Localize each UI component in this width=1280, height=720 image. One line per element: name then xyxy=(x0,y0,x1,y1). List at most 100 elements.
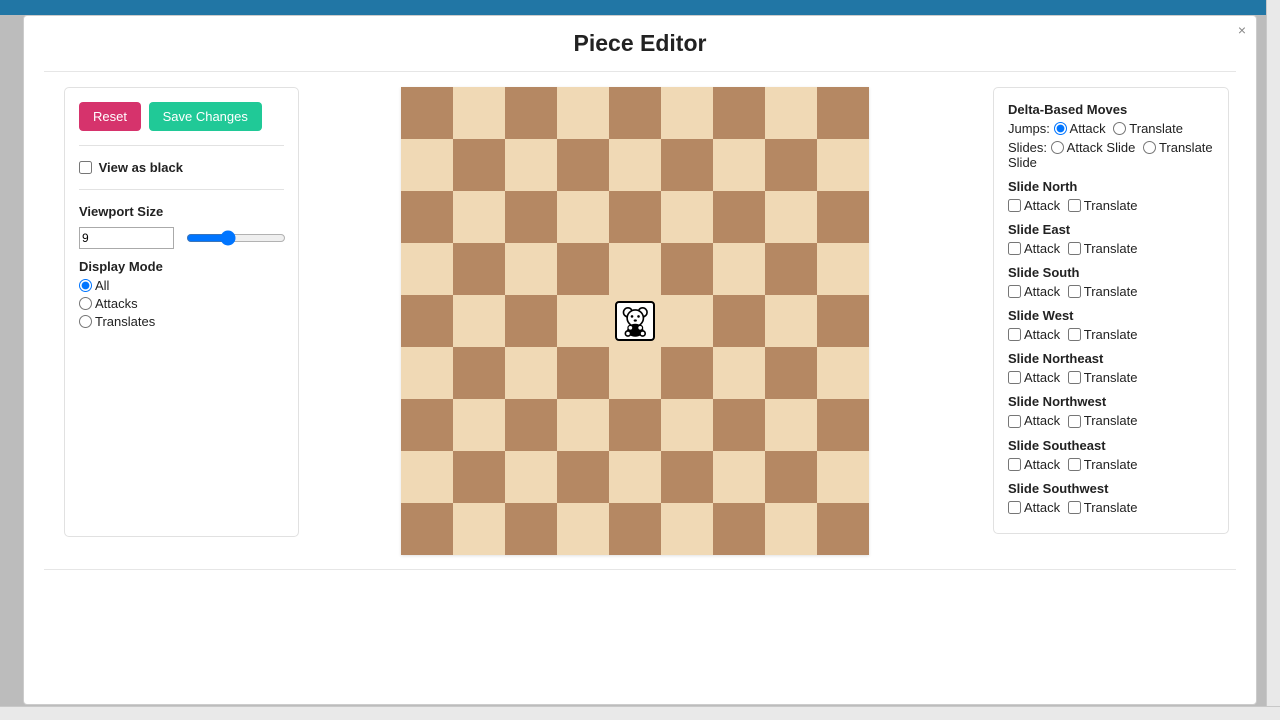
slide-southwest-attack[interactable]: Attack xyxy=(1008,500,1060,515)
board-square[interactable] xyxy=(609,399,661,451)
board-square[interactable] xyxy=(401,503,453,555)
slide-northwest-translate[interactable]: Translate xyxy=(1068,413,1138,428)
board-square[interactable] xyxy=(661,347,713,399)
board-square[interactable] xyxy=(609,243,661,295)
board-square[interactable] xyxy=(557,503,609,555)
board-square[interactable] xyxy=(401,295,453,347)
board-square[interactable] xyxy=(609,451,661,503)
board-square[interactable] xyxy=(505,191,557,243)
slide-southwest-translate-checkbox[interactable] xyxy=(1068,501,1081,514)
slide-north-translate-checkbox[interactable] xyxy=(1068,199,1081,212)
board-square[interactable] xyxy=(609,139,661,191)
board-square[interactable] xyxy=(661,399,713,451)
board-square[interactable] xyxy=(817,451,869,503)
slide-south-attack-checkbox[interactable] xyxy=(1008,285,1021,298)
jump-radio[interactable] xyxy=(1054,122,1067,135)
board-square[interactable] xyxy=(713,503,765,555)
board-square[interactable] xyxy=(505,399,557,451)
board-square[interactable] xyxy=(817,243,869,295)
slide-east-translate-checkbox[interactable] xyxy=(1068,242,1081,255)
board-square[interactable] xyxy=(713,87,765,139)
board-square[interactable] xyxy=(401,243,453,295)
board-square[interactable] xyxy=(609,295,661,347)
slide-east-attack-checkbox[interactable] xyxy=(1008,242,1021,255)
board-square[interactable] xyxy=(765,295,817,347)
chess-board[interactable] xyxy=(401,87,869,555)
slide-southwest-translate[interactable]: Translate xyxy=(1068,500,1138,515)
board-square[interactable] xyxy=(505,451,557,503)
board-square[interactable] xyxy=(713,191,765,243)
slide-north-attack[interactable]: Attack xyxy=(1008,198,1060,213)
vertical-scrollbar[interactable] xyxy=(1266,0,1280,706)
slide-northeast-attack[interactable]: Attack xyxy=(1008,370,1060,385)
board-square[interactable] xyxy=(557,139,609,191)
board-square[interactable] xyxy=(557,295,609,347)
board-square[interactable] xyxy=(401,191,453,243)
view-black-label[interactable]: View as black xyxy=(79,160,183,175)
board-square[interactable] xyxy=(505,347,557,399)
display-mode-label[interactable]: All xyxy=(79,278,109,293)
board-square[interactable] xyxy=(505,87,557,139)
board-square[interactable] xyxy=(505,243,557,295)
slide-southeast-attack[interactable]: Attack xyxy=(1008,457,1060,472)
board-square[interactable] xyxy=(453,87,505,139)
slide-west-attack[interactable]: Attack xyxy=(1008,327,1060,342)
board-square[interactable] xyxy=(817,139,869,191)
slide-southeast-attack-checkbox[interactable] xyxy=(1008,458,1021,471)
board-square[interactable] xyxy=(713,243,765,295)
board-square[interactable] xyxy=(765,139,817,191)
board-square[interactable] xyxy=(557,347,609,399)
board-square[interactable] xyxy=(453,191,505,243)
jump-radio[interactable] xyxy=(1113,122,1126,135)
board-square[interactable] xyxy=(765,87,817,139)
board-square[interactable] xyxy=(713,139,765,191)
board-square[interactable] xyxy=(505,503,557,555)
board-square[interactable] xyxy=(713,451,765,503)
board-square[interactable] xyxy=(661,191,713,243)
board-square[interactable] xyxy=(713,347,765,399)
slide-northeast-attack-checkbox[interactable] xyxy=(1008,371,1021,384)
jump-option[interactable]: Translate xyxy=(1113,121,1183,136)
slide-northeast-translate[interactable]: Translate xyxy=(1068,370,1138,385)
board-square[interactable] xyxy=(453,503,505,555)
board-square[interactable] xyxy=(453,347,505,399)
board-square[interactable] xyxy=(609,347,661,399)
board-square[interactable] xyxy=(817,347,869,399)
slide-west-attack-checkbox[interactable] xyxy=(1008,328,1021,341)
slide-northwest-attack-checkbox[interactable] xyxy=(1008,415,1021,428)
slide-radio[interactable] xyxy=(1051,141,1064,154)
board-square[interactable] xyxy=(505,295,557,347)
board-square[interactable] xyxy=(817,399,869,451)
slide-northwest-translate-checkbox[interactable] xyxy=(1068,415,1081,428)
slide-north-attack-checkbox[interactable] xyxy=(1008,199,1021,212)
slide-west-translate-checkbox[interactable] xyxy=(1068,328,1081,341)
display-mode-radio[interactable] xyxy=(79,279,92,292)
board-square[interactable] xyxy=(609,503,661,555)
board-square[interactable] xyxy=(661,243,713,295)
slide-southeast-translate-checkbox[interactable] xyxy=(1068,458,1081,471)
board-square[interactable] xyxy=(557,451,609,503)
jump-option[interactable]: Attack xyxy=(1054,121,1106,136)
viewport-number-input[interactable] xyxy=(79,227,174,249)
close-icon[interactable]: × xyxy=(1238,22,1246,38)
board-square[interactable] xyxy=(661,295,713,347)
board-square[interactable] xyxy=(401,347,453,399)
board-square[interactable] xyxy=(713,399,765,451)
board-square[interactable] xyxy=(557,243,609,295)
board-square[interactable] xyxy=(661,139,713,191)
board-square[interactable] xyxy=(453,243,505,295)
board-square[interactable] xyxy=(453,139,505,191)
board-square[interactable] xyxy=(661,451,713,503)
viewport-slider[interactable] xyxy=(186,230,286,246)
board-square[interactable] xyxy=(453,399,505,451)
save-button[interactable]: Save Changes xyxy=(149,102,262,131)
display-mode-label[interactable]: Attacks xyxy=(79,296,138,311)
board-square[interactable] xyxy=(765,243,817,295)
display-mode-radio[interactable] xyxy=(79,297,92,310)
board-square[interactable] xyxy=(713,295,765,347)
board-square[interactable] xyxy=(817,503,869,555)
board-square[interactable] xyxy=(609,87,661,139)
slide-southeast-translate[interactable]: Translate xyxy=(1068,457,1138,472)
slide-southwest-attack-checkbox[interactable] xyxy=(1008,501,1021,514)
board-square[interactable] xyxy=(557,87,609,139)
